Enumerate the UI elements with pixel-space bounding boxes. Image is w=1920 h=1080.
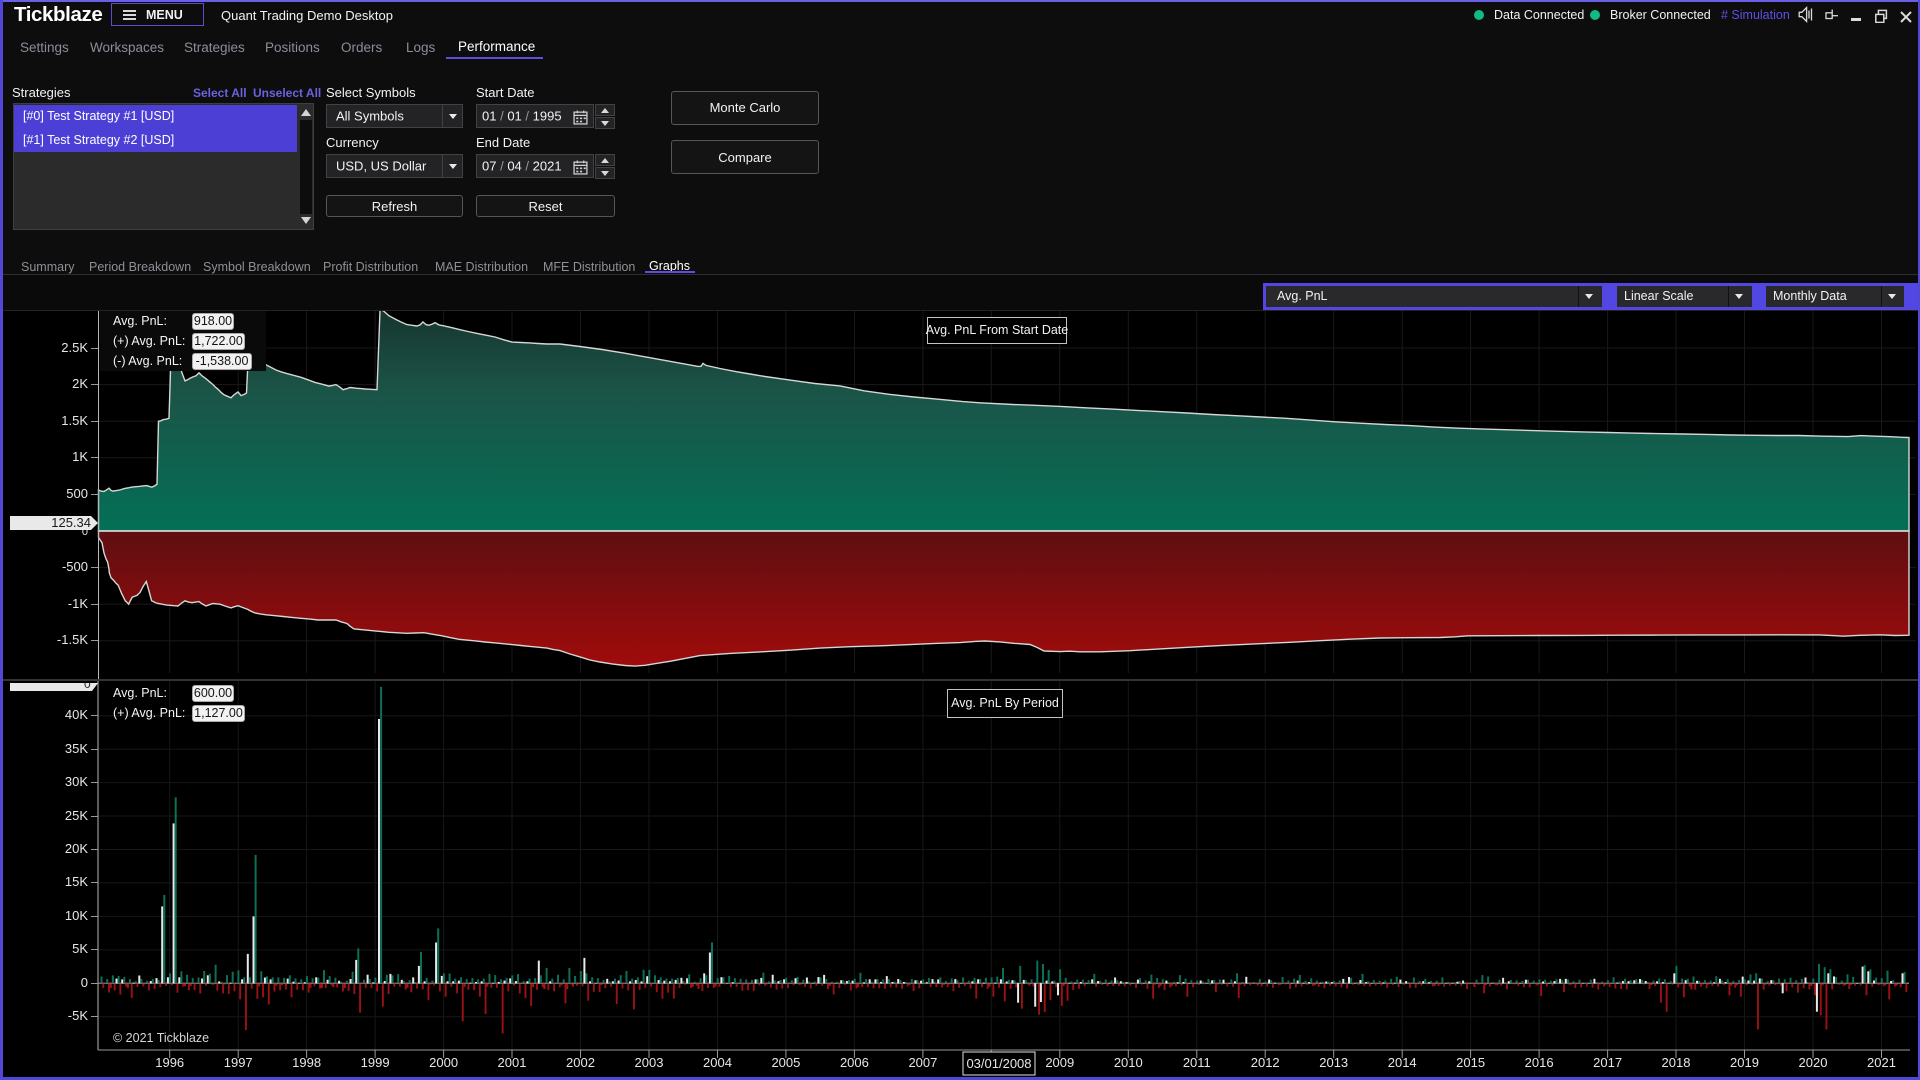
svg-text:2010: 2010 — [1114, 1055, 1143, 1070]
svg-text:2003: 2003 — [635, 1055, 664, 1070]
svg-text:2015: 2015 — [1456, 1055, 1485, 1070]
svg-text:1997: 1997 — [224, 1055, 253, 1070]
svg-text:2001: 2001 — [498, 1055, 527, 1070]
svg-text:2000: 2000 — [429, 1055, 458, 1070]
svg-text:2004: 2004 — [703, 1055, 732, 1070]
svg-text:2007: 2007 — [908, 1055, 937, 1070]
svg-text:2019: 2019 — [1730, 1055, 1759, 1070]
svg-text:03/01/2008: 03/01/2008 — [966, 1056, 1031, 1071]
svg-text:1999: 1999 — [361, 1055, 390, 1070]
svg-text:2005: 2005 — [771, 1055, 800, 1070]
svg-text:2020: 2020 — [1799, 1055, 1828, 1070]
svg-text:2017: 2017 — [1593, 1055, 1622, 1070]
svg-text:2013: 2013 — [1319, 1055, 1348, 1070]
svg-text:2009: 2009 — [1045, 1055, 1074, 1070]
svg-text:1996: 1996 — [155, 1055, 184, 1070]
svg-text:2012: 2012 — [1251, 1055, 1280, 1070]
svg-text:2006: 2006 — [840, 1055, 869, 1070]
svg-text:1998: 1998 — [292, 1055, 321, 1070]
svg-text:2002: 2002 — [566, 1055, 595, 1070]
svg-text:2018: 2018 — [1662, 1055, 1691, 1070]
svg-text:2011: 2011 — [1183, 1055, 1211, 1070]
svg-text:2014: 2014 — [1388, 1055, 1417, 1070]
svg-text:2016: 2016 — [1525, 1055, 1554, 1070]
svg-text:2021: 2021 — [1867, 1055, 1896, 1070]
